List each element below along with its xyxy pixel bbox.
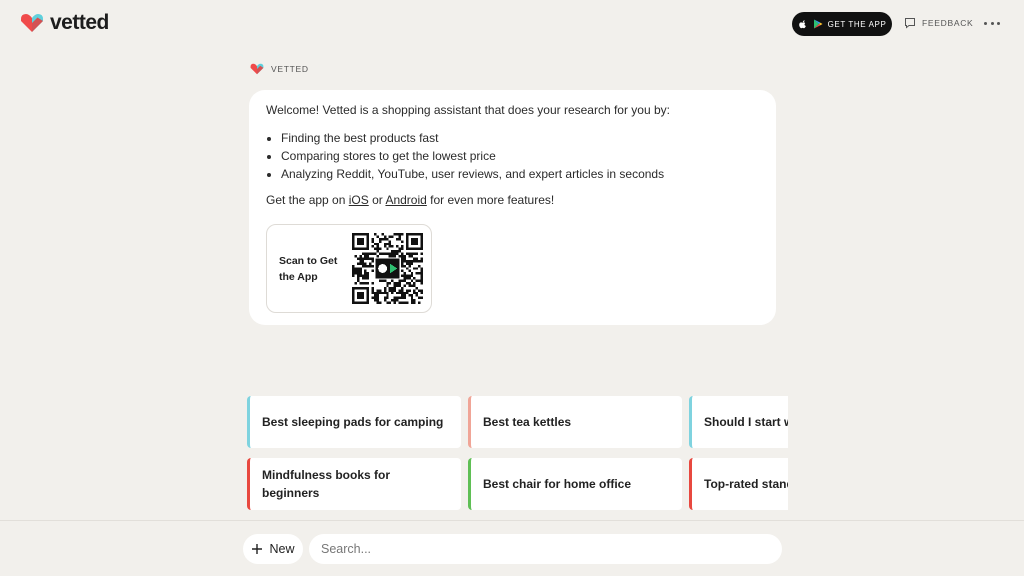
suggestion-row: Mindfulness books for beginners Best cha… — [247, 458, 788, 510]
android-link[interactable]: Android — [385, 193, 426, 207]
app-line-prefix: Get the app on — [266, 193, 349, 207]
suggestion-card[interactable]: Best chair for home office — [468, 458, 682, 510]
ios-link[interactable]: iOS — [349, 193, 369, 207]
message-sender: VETTED — [250, 63, 309, 75]
feature-list: Finding the best products fast Comparing… — [266, 129, 759, 183]
new-chat-button[interactable]: New — [243, 534, 303, 564]
more-options-icon[interactable] — [984, 14, 1000, 32]
suggestion-card[interactable]: Mindfulness books for beginners — [247, 458, 461, 510]
get-the-app-label: GET THE APP — [827, 19, 887, 29]
suggestion-card[interactable]: Best sleeping pads for camping — [247, 396, 461, 448]
suggestion-row: Best sleeping pads for camping Best tea … — [247, 396, 788, 448]
chat-bubble-icon — [905, 18, 915, 29]
google-play-icon — [813, 19, 823, 29]
feature-item: Analyzing Reddit, YouTube, user reviews,… — [281, 165, 759, 183]
brand-name: vetted — [50, 11, 109, 34]
suggestion-card[interactable]: Should I start with paints? — [689, 396, 788, 448]
app-line-or: or — [368, 193, 386, 207]
heart-logo-icon — [21, 14, 43, 32]
vetted-logo[interactable]: vetted — [20, 11, 109, 35]
feedback-label: FEEDBACK — [922, 18, 974, 28]
suggestion-card[interactable]: Best tea kettles — [468, 396, 682, 448]
new-label: New — [269, 542, 295, 556]
plus-icon — [252, 544, 263, 554]
qr-card: Scan to Get the App — [266, 224, 432, 313]
welcome-intro: Welcome! Vetted is a shopping assistant … — [266, 103, 670, 117]
feedback-button[interactable]: FEEDBACK — [904, 17, 973, 29]
suggestion-grid: Best sleeping pads for camping Best tea … — [247, 396, 788, 511]
search-input[interactable] — [309, 534, 782, 564]
top-header: vetted GET THE APP FEEDBACK — [0, 0, 1024, 46]
suggestion-card[interactable]: Top-rated standalone novels — [689, 458, 788, 510]
app-line-suffix: for even more features! — [426, 193, 555, 207]
welcome-message: Welcome! Vetted is a shopping assistant … — [249, 90, 776, 325]
get-the-app-button[interactable]: GET THE APP — [792, 12, 892, 36]
composer-divider — [0, 520, 1024, 521]
sender-name: VETTED — [271, 64, 309, 74]
heart-logo-icon — [250, 63, 264, 75]
feature-item: Finding the best products fast — [281, 129, 759, 147]
qr-code — [352, 233, 423, 304]
get-app-line: Get the app on iOS or Android for even m… — [266, 192, 759, 208]
qr-label: Scan to Get the App — [279, 255, 338, 283]
feature-item: Comparing stores to get the lowest price — [281, 147, 759, 165]
apple-icon — [798, 20, 806, 29]
